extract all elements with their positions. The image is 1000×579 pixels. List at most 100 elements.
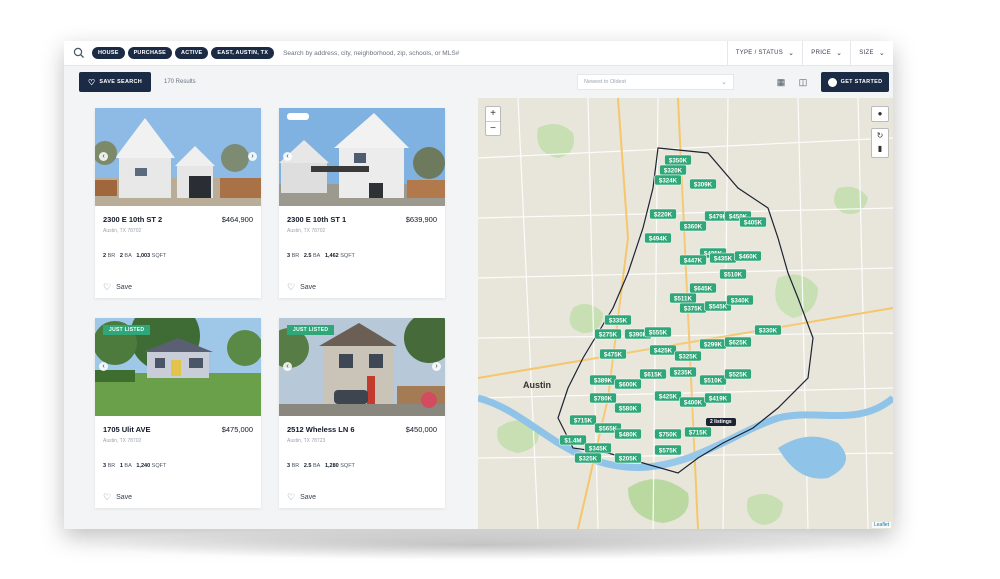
- map-attribution[interactable]: Leaflet: [871, 522, 891, 528]
- chevron-left-icon[interactable]: ‹: [283, 152, 292, 161]
- chevron-left-icon[interactable]: ‹: [99, 362, 108, 371]
- price-pin[interactable]: $299K: [699, 338, 727, 350]
- price-pin[interactable]: $309K: [689, 178, 717, 190]
- ba-label: BA: [313, 253, 321, 259]
- price-pin[interactable]: $325K: [674, 350, 702, 362]
- price-pin[interactable]: $375K: [679, 302, 707, 314]
- listing-card[interactable]: ‹ › 2300 E 10th ST 2 $464,900 Austin, TX…: [95, 108, 261, 298]
- price-pin[interactable]: $324K: [654, 174, 682, 186]
- price-pin[interactable]: $340K: [726, 294, 754, 306]
- price-pin[interactable]: $205K: [614, 452, 642, 464]
- filter-chip-active[interactable]: ACTIVE: [175, 47, 209, 59]
- filter-chip-house[interactable]: HOUSE: [92, 47, 125, 59]
- price-pin[interactable]: $405K: [739, 216, 767, 228]
- price-pin[interactable]: $555K: [644, 326, 672, 338]
- save-listing-button[interactable]: ♡ Save: [103, 282, 132, 293]
- filter-chip-purchase[interactable]: PURCHASE: [127, 47, 173, 59]
- price-pin[interactable]: $475K: [599, 348, 627, 360]
- price-pin[interactable]: $447K: [679, 254, 707, 266]
- price-pin[interactable]: $275K: [594, 328, 622, 340]
- refresh-icon[interactable]: ↻: [872, 129, 888, 142]
- price-pin[interactable]: $750K: [654, 428, 682, 440]
- price-pin[interactable]: $389K: [589, 374, 617, 386]
- grid-view-icon[interactable]: ▦: [774, 75, 788, 89]
- price-pin[interactable]: $715K: [684, 426, 712, 438]
- price-pin[interactable]: $525K: [724, 368, 752, 380]
- size-dropdown[interactable]: SIZE ⌄: [850, 41, 893, 65]
- price-pin-label: $299K: [704, 341, 723, 348]
- price-pin[interactable]: $625K: [724, 336, 752, 348]
- price-pin[interactable]: $400K: [679, 396, 707, 408]
- save-search-button[interactable]: ♡ SAVE SEARCH: [79, 72, 151, 92]
- get-started-button[interactable]: GET STARTED: [821, 72, 889, 92]
- save-listing-button[interactable]: ♡ Save: [287, 492, 316, 503]
- save-listing-button[interactable]: ♡ Save: [287, 282, 316, 293]
- price-pin[interactable]: $511K: [669, 292, 697, 304]
- listing-photo[interactable]: ‹ ›: [95, 108, 261, 206]
- filter-chip-location[interactable]: EAST, AUSTIN, TX: [211, 47, 275, 59]
- zoom-out-button[interactable]: −: [486, 122, 500, 136]
- price-pin[interactable]: $220K: [649, 208, 677, 220]
- price-pin[interactable]: $320K: [659, 164, 687, 176]
- price-pin[interactable]: $435K: [709, 252, 737, 264]
- price-pin[interactable]: $600K: [614, 378, 642, 390]
- map-canvas[interactable]: $350K$320K$324K$309K$220K$494K$360K$479K…: [478, 98, 893, 529]
- price-pin-label: $325K: [679, 353, 698, 360]
- price-pin[interactable]: $325K: [574, 452, 602, 464]
- trash-icon[interactable]: ▮: [872, 142, 888, 155]
- listing-photo[interactable]: JUST LISTED ‹ ›: [279, 318, 445, 416]
- ba-label: BA: [313, 463, 321, 469]
- price-pin[interactable]: $645K: [689, 282, 717, 294]
- price-pin[interactable]: $460K: [734, 250, 762, 262]
- map-view-icon[interactable]: ◫: [796, 75, 810, 89]
- price-pin[interactable]: $480K: [614, 428, 642, 440]
- price-pin-label: $335K: [609, 317, 628, 324]
- price-pin[interactable]: $510K: [699, 374, 727, 386]
- listing-card[interactable]: ‹ 2300 E 10th ST 1 $639,900 Austin, TX 7…: [279, 108, 445, 298]
- listing-photo[interactable]: JUST LISTED ‹: [95, 318, 261, 416]
- price-pin[interactable]: $510K: [719, 268, 747, 280]
- search-icon[interactable]: [72, 46, 86, 60]
- price-pin[interactable]: $715K: [569, 414, 597, 426]
- price-pin[interactable]: $235K: [669, 366, 697, 378]
- type-status-dropdown[interactable]: TYPE / STATUS ⌄: [726, 41, 803, 65]
- price-pin[interactable]: $580K: [614, 402, 642, 414]
- price-pin[interactable]: $350K: [664, 154, 692, 166]
- br-label: BR: [291, 463, 300, 469]
- search-input[interactable]: Search by address, city, neighborhood, z…: [283, 50, 727, 57]
- price-pin[interactable]: $335K: [604, 314, 632, 326]
- price-pin[interactable]: $425K: [654, 390, 682, 402]
- listing-card[interactable]: JUST LISTED ‹ 1705 Ulit AVE $475,000 Aus…: [95, 318, 261, 508]
- listing-specs: 2 BR 2 BA 1,003 SQFT: [103, 253, 166, 259]
- listing-address[interactable]: 2300 E 10th ST 2: [103, 215, 162, 224]
- price-pin-label: $425K: [659, 393, 678, 400]
- chevron-right-icon[interactable]: ›: [248, 152, 257, 161]
- listing-photo[interactable]: ‹: [279, 108, 445, 206]
- price-pin[interactable]: $494K: [644, 232, 672, 244]
- save-listing-button[interactable]: ♡ Save: [103, 492, 132, 503]
- chevron-left-icon[interactable]: ‹: [99, 152, 108, 161]
- price-pin[interactable]: $425K: [649, 344, 677, 356]
- listing-address[interactable]: 2512 Wheless LN 6: [287, 425, 355, 434]
- listing-address[interactable]: 2300 E 10th ST 1: [287, 215, 346, 224]
- price-pin[interactable]: $330K: [754, 324, 782, 336]
- price-pin[interactable]: $780K: [589, 392, 617, 404]
- chevron-left-icon[interactable]: ‹: [283, 362, 292, 371]
- heart-icon: ♡: [103, 492, 112, 502]
- price-pin[interactable]: $345K: [584, 442, 612, 454]
- price-dropdown[interactable]: PRICE ⌄: [802, 41, 850, 65]
- listing-address[interactable]: 1705 Ulit AVE: [103, 425, 151, 434]
- zoom-in-button[interactable]: +: [486, 107, 500, 122]
- sort-select[interactable]: Newest to Oldest ⌄: [577, 74, 734, 90]
- get-started-label: GET STARTED: [840, 79, 883, 85]
- listings-map[interactable]: $350K $320K $324K $309K $220K $494K $360K $479K…: [478, 98, 893, 529]
- listing-card[interactable]: JUST LISTED ‹ › 2512 Wheless LN 6 $450,0…: [279, 318, 445, 508]
- zoom-control: + −: [485, 106, 501, 136]
- price-pin[interactable]: $615K: [639, 368, 667, 380]
- price-pin[interactable]: $1.4M: [559, 434, 587, 446]
- price-pin[interactable]: $360K: [679, 220, 707, 232]
- price-pin[interactable]: $419K: [704, 392, 732, 404]
- chevron-right-icon[interactable]: ›: [432, 362, 441, 371]
- price-pin[interactable]: $575K: [654, 444, 682, 456]
- draw-point-icon[interactable]: ●: [871, 106, 889, 122]
